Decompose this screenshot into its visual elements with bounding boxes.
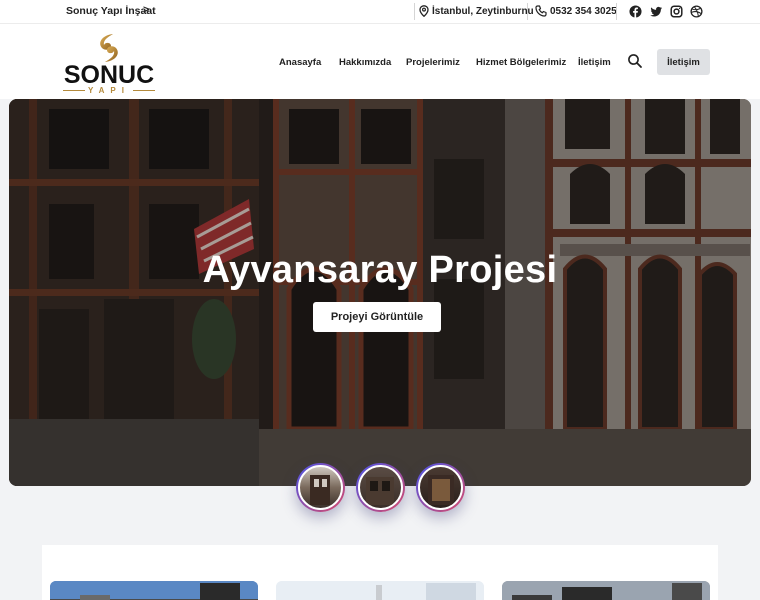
project-card-2[interactable] [276,581,484,600]
nav-item-projelerimiz[interactable]: Projelerimiz [406,57,460,68]
view-project-button[interactable]: Projeyi Görüntüle [313,302,441,332]
divider [527,3,528,20]
nav-item-hakkimizda[interactable]: Hakkımızda [339,57,391,68]
logo[interactable]: SONUC YAPI [57,32,161,95]
slide-thumbnail-3[interactable] [416,463,465,512]
project-image [502,581,710,600]
thumbnail-image [428,475,454,505]
location-text: İstanbul, Zeytinburnu [432,5,534,17]
map-pin-icon [419,5,429,17]
search-icon[interactable] [627,53,643,69]
twitter-icon[interactable] [650,5,663,18]
logo-line [133,90,155,91]
phone-link[interactable]: 0532 354 3025 [535,5,617,17]
location-info: İstanbul, Zeytinburnu [419,5,534,17]
project-image [50,581,258,600]
logo-emblem-icon [100,34,118,62]
slide-thumbnail-1[interactable] [296,463,345,512]
facebook-icon[interactable] [629,5,642,18]
nav-item-hizmet-bolgelerimiz[interactable]: Hizmet Bölgelerimiz [476,57,566,68]
main-header: SONUC YAPI Anasayfa Hakkımızda Projeleri… [0,24,760,99]
hero-title: Ayvansaray Projesi [202,249,558,291]
slide-thumbnail-2[interactable] [356,463,405,512]
phone-text: 0532 354 3025 [550,5,617,17]
project-card-3[interactable] [502,581,710,600]
divider [414,3,415,20]
divider [616,3,617,20]
nav-item-iletisim[interactable]: İletişim [578,57,611,68]
top-bar: Sonuç Yapı İnşaat > İstanbul, Zeytinburn… [0,0,760,24]
phone-icon [535,5,547,17]
instagram-icon[interactable] [670,5,683,18]
project-card-1[interactable] [50,581,258,600]
hero-slider[interactable]: Ayvansaray Projesi Projeyi Görüntüle [9,99,751,486]
project-image [276,581,484,600]
chevron-right-icon[interactable]: > [143,4,149,16]
hero-overlay [9,99,751,486]
thumbnail-image [310,475,330,505]
dribbble-icon[interactable] [690,5,703,18]
thumbnail-image [366,477,394,505]
contact-button[interactable]: İletişim [657,49,710,75]
nav-item-anasayfa[interactable]: Anasayfa [279,57,321,68]
